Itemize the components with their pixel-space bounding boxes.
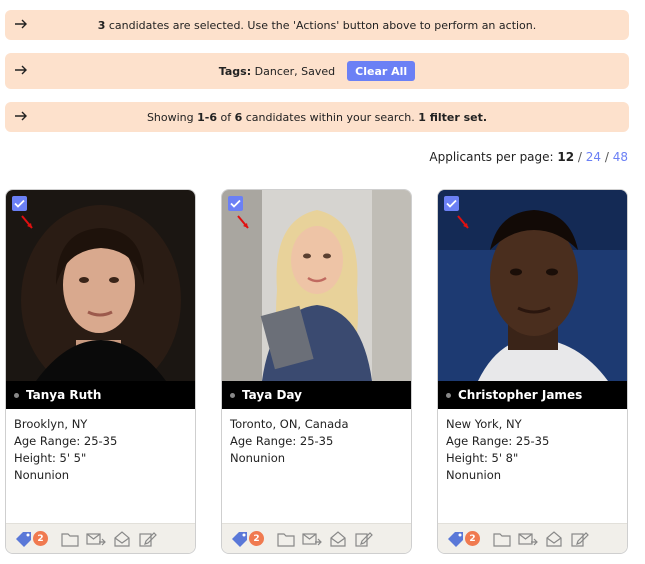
card-actions: 2 (222, 523, 411, 553)
candidate-location: New York, NY (446, 417, 522, 431)
per-page-label: Applicants per page: (429, 150, 558, 164)
edit-icon[interactable] (570, 530, 590, 548)
candidate-name-bar[interactable]: Christopher James (438, 381, 627, 409)
filter-count: 1 filter set. (418, 110, 488, 124)
per-page-selector: Applicants per page: 12 / 24 / 48 (429, 150, 628, 164)
forward-mail-icon[interactable] (302, 530, 322, 548)
candidate-name-bar[interactable]: Tanya Ruth (6, 381, 195, 409)
candidate-union: Nonunion (230, 451, 286, 465)
selection-banner: 3 candidates are selected. Use the 'Acti… (5, 10, 629, 40)
select-checkbox[interactable] (228, 196, 243, 211)
showing-suffix: candidates within your search. (242, 110, 419, 124)
folder-icon[interactable] (276, 530, 296, 548)
candidate-name-bar[interactable]: Taya Day (222, 381, 411, 409)
tags-values: Dancer, Saved (251, 64, 336, 78)
candidate-name[interactable]: Taya Day (242, 388, 302, 402)
pointer-arrow-icon (457, 215, 469, 229)
candidate-name[interactable]: Tanya Ruth (26, 388, 101, 402)
arrow-right-icon (15, 19, 27, 29)
folder-icon[interactable] (492, 530, 512, 548)
open-mail-icon[interactable] (544, 530, 564, 548)
pointer-arrow-icon (237, 215, 249, 229)
candidate-name[interactable]: Christopher James (458, 388, 582, 402)
tag-icon[interactable] (230, 530, 250, 548)
candidate-location: Brooklyn, NY (14, 417, 88, 431)
card-actions: 2 (6, 523, 195, 553)
tag-icon[interactable] (14, 530, 34, 548)
status-dot (14, 392, 19, 398)
results-banner: Showing 1-6 of 6 candidates within your … (5, 102, 629, 132)
pointer-arrow-icon (21, 215, 33, 229)
selected-text: candidates are selected. Use the 'Action… (105, 18, 537, 32)
showing-of: of (217, 110, 235, 124)
candidate-age-range: Age Range: 25-35 (230, 434, 334, 448)
per-page-current[interactable]: 12 (557, 150, 574, 164)
per-page-sep: / (574, 150, 586, 164)
tag-icon[interactable] (446, 530, 466, 548)
candidate-card[interactable]: Taya Day Toronto, ON, Canada Age Range: … (221, 189, 412, 554)
status-dot (230, 392, 235, 398)
tag-count-badge: 2 (33, 531, 48, 546)
tag-count-badge: 2 (249, 531, 264, 546)
folder-icon[interactable] (60, 530, 80, 548)
open-mail-icon[interactable] (112, 530, 132, 548)
edit-icon[interactable] (354, 530, 374, 548)
clear-all-button[interactable]: Clear All (347, 61, 416, 81)
candidate-union: Nonunion (14, 468, 70, 482)
tags-label: Tags: (218, 64, 252, 78)
per-page-sep: / (601, 150, 613, 164)
forward-mail-icon[interactable] (86, 530, 106, 548)
select-checkbox[interactable] (444, 196, 459, 211)
edit-icon[interactable] (138, 530, 158, 548)
tag-count-badge: 2 (465, 531, 480, 546)
select-checkbox[interactable] (12, 196, 27, 211)
candidate-location: Toronto, ON, Canada (230, 417, 349, 431)
showing-range: 1-6 (197, 110, 217, 124)
candidate-age-range: Age Range: 25-35 (14, 434, 118, 448)
candidate-card[interactable]: Tanya Ruth Brooklyn, NY Age Range: 25-35… (5, 189, 196, 554)
candidate-age-range: Age Range: 25-35 (446, 434, 550, 448)
candidate-info: Toronto, ON, Canada Age Range: 25-35 Non… (230, 416, 349, 467)
candidate-info: New York, NY Age Range: 25-35 Height: 5'… (446, 416, 549, 484)
candidate-union: Nonunion (446, 468, 502, 482)
arrow-right-icon (15, 111, 27, 121)
candidate-card[interactable]: Christopher James New York, NY Age Range… (437, 189, 628, 554)
forward-mail-icon[interactable] (518, 530, 538, 548)
showing-prefix: Showing (146, 110, 198, 124)
per-page-48-link[interactable]: 48 (613, 150, 628, 164)
candidate-height: Height: 5' 8" (446, 451, 519, 465)
candidate-info: Brooklyn, NY Age Range: 25-35 Height: 5'… (14, 416, 117, 484)
open-mail-icon[interactable] (328, 530, 348, 548)
status-dot (446, 392, 451, 398)
card-actions: 2 (438, 523, 627, 553)
candidate-photo[interactable] (6, 190, 195, 381)
arrow-right-icon (15, 65, 27, 75)
tags-banner: Tags: Dancer, Saved Clear All (5, 53, 629, 89)
candidate-height: Height: 5' 5" (14, 451, 87, 465)
per-page-24-link[interactable]: 24 (586, 150, 601, 164)
candidate-photo[interactable] (222, 190, 411, 381)
